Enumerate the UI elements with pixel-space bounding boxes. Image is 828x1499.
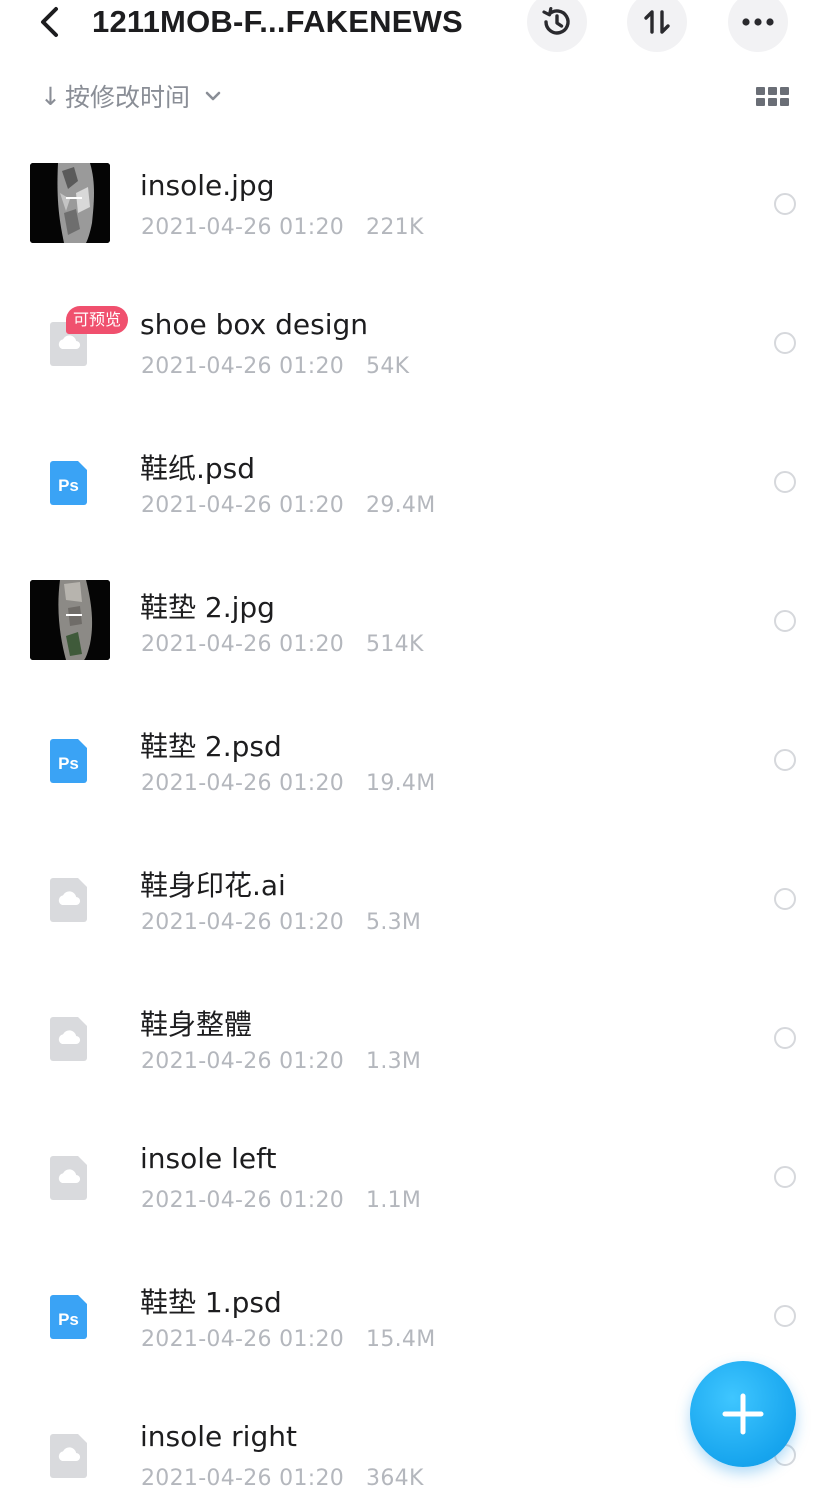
image-thumbnail [30,163,110,243]
image-thumbnail [30,580,110,660]
file-meta: 2021-04-26 01:20 19.4M [141,771,436,796]
select-radio[interactable] [774,888,796,910]
file-meta: 2021-04-26 01:20 364K [141,1466,424,1491]
file-name: 鞋垫 2.jpg [140,591,275,624]
file-row[interactable]: 鞋身印花.ai 2021-04-26 01:20 5.3M [0,830,828,968]
select-radio[interactable] [774,1027,796,1049]
back-button[interactable] [34,2,70,42]
file-name: 鞋身印花.ai [140,869,286,902]
file-size: 1.3M [366,1049,422,1074]
file-meta: 2021-04-26 01:20 1.3M [141,1049,421,1074]
plus-icon [722,1393,764,1435]
file-size: 1.1M [366,1188,422,1213]
file-size: 29.4M [366,493,436,518]
file-name: 鞋垫 1.psd [140,1286,282,1319]
file-name: 鞋身整體 [140,1008,253,1041]
file-date: 2021-04-26 01:20 [141,632,345,657]
file-row[interactable]: shoe box design 2021-04-26 01:20 54K [0,274,828,412]
cloud-file-icon [50,1017,87,1061]
file-row[interactable]: 鞋身整體 2021-04-26 01:20 1.3M [0,969,828,1107]
file-meta: 2021-04-26 01:20 29.4M [141,493,436,518]
file-meta: 2021-04-26 01:20 1.1M [141,1188,421,1213]
photoshop-icon: Ps [50,739,87,783]
transfer-button[interactable] [627,0,687,52]
file-size: 364K [366,1466,424,1491]
file-row[interactable]: Ps 鞋纸.psd 2021-04-26 01:20 29.4M [0,413,828,551]
file-size: 514K [366,632,424,657]
sort-arrow: ↓ [40,81,61,111]
file-name: insole right [140,1420,297,1453]
select-radio[interactable] [774,1166,796,1188]
chevron-down-icon [205,91,221,101]
file-date: 2021-04-26 01:20 [141,215,345,240]
grid-view-button[interactable] [756,87,790,107]
add-button[interactable] [690,1361,796,1467]
grid-view-icon [756,87,789,106]
top-bar: 1211MOB-F...FAKENEWS [0,0,828,52]
history-button[interactable] [527,0,587,52]
preview-badge: 可预览 [66,306,129,334]
sort-arrows-icon [644,10,670,34]
file-date: 2021-04-26 01:20 [141,771,345,796]
more-button[interactable] [728,0,788,52]
file-date: 2021-04-26 01:20 [141,1327,345,1352]
file-date: 2021-04-26 01:20 [141,354,345,379]
file-name: 鞋垫 2.psd [140,730,282,763]
file-meta: 2021-04-26 01:20 54K [141,354,409,379]
file-size: 19.4M [366,771,436,796]
file-date: 2021-04-26 01:20 [141,1188,345,1213]
svg-text:Ps: Ps [58,476,79,495]
cloud-file-icon [50,1434,87,1478]
photoshop-icon: Ps [50,461,87,505]
file-date: 2021-04-26 01:20 [141,910,345,935]
file-row[interactable]: Ps 鞋垫 2.psd 2021-04-26 01:20 19.4M [0,691,828,829]
more-dots-icon [742,18,774,26]
sort-label: 按修改时间 [64,83,190,112]
svg-text:Ps: Ps [58,1310,79,1329]
file-size: 54K [366,354,410,379]
file-name: 鞋纸.psd [140,452,256,485]
file-date: 2021-04-26 01:20 [141,493,345,518]
svg-text:Ps: Ps [58,754,79,773]
cloud-file-icon [50,878,87,922]
file-date: 2021-04-26 01:20 [141,1049,345,1074]
cloud-file-icon [50,1156,87,1200]
photoshop-icon: Ps [50,1295,87,1339]
file-date: 2021-04-26 01:20 [141,1466,345,1491]
history-icon [542,7,570,35]
select-radio[interactable] [774,471,796,493]
file-row[interactable]: Ps 鞋垫 1.psd 2021-04-26 01:20 15.4M [0,1247,828,1385]
select-radio[interactable] [774,1305,796,1327]
file-size: 15.4M [366,1327,436,1352]
sort-dropdown[interactable]: ↓ 按修改时间 [40,78,224,114]
select-radio[interactable] [774,749,796,771]
file-meta: 2021-04-26 01:20 514K [141,632,424,657]
file-name: insole.jpg [140,169,275,202]
file-size: 5.3M [366,910,422,935]
file-meta: 2021-04-26 01:20 15.4M [141,1327,436,1352]
select-radio[interactable] [774,193,796,215]
file-meta: 2021-04-26 01:20 221K [141,215,424,240]
select-radio[interactable] [774,332,796,354]
file-row[interactable]: insole.jpg 2021-04-26 01:20 221K [0,135,828,273]
file-row[interactable]: 鞋垫 2.jpg 2021-04-26 01:20 514K [0,552,828,690]
file-meta: 2021-04-26 01:20 5.3M [141,910,421,935]
chevron-left-icon [41,7,58,37]
file-size: 221K [366,215,424,240]
file-row[interactable]: insole left 2021-04-26 01:20 1.1M [0,1108,828,1246]
file-name: insole left [140,1142,277,1175]
folder-title: 1211MOB-F...FAKENEWS [92,4,463,39]
select-radio[interactable] [774,610,796,632]
file-name: shoe box design [140,308,368,341]
